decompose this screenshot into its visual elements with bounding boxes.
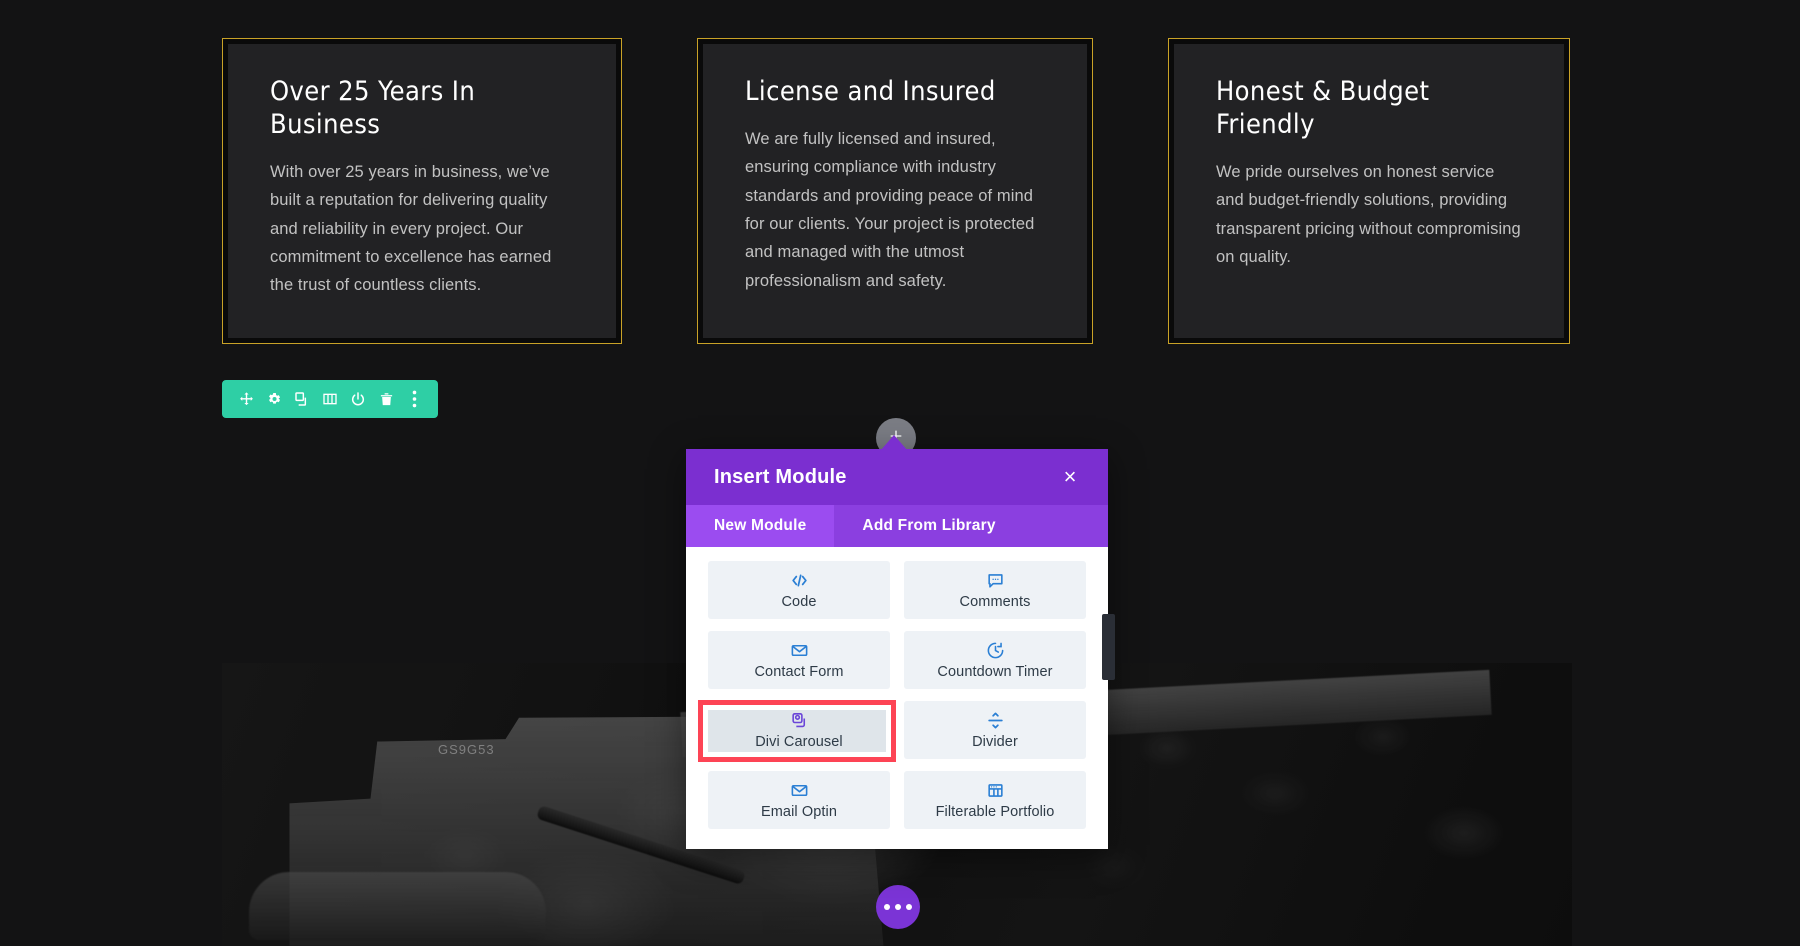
clock-icon xyxy=(986,641,1005,661)
module-toolbar xyxy=(222,380,438,418)
module-tile-contact-form[interactable]: Contact Form xyxy=(708,631,890,689)
ellipsis-icon xyxy=(906,904,912,910)
module-tile-code[interactable]: Code xyxy=(708,561,890,619)
module-tile-divi-carousel[interactable]: Divi Carousel xyxy=(708,701,890,759)
feature-card-body: We pride ourselves on honest service and… xyxy=(1216,162,1521,266)
module-tile-divider[interactable]: Divider xyxy=(904,701,1086,759)
carousel-icon xyxy=(790,711,809,731)
modal-scrollbar-thumb[interactable] xyxy=(1102,614,1115,680)
module-tile-comments[interactable]: Comments xyxy=(904,561,1086,619)
feature-card[interactable]: License and Insured We are fully license… xyxy=(697,38,1093,344)
module-tile-label: Filterable Portfolio xyxy=(935,803,1055,820)
tab-add-from-library[interactable]: Add From Library xyxy=(834,505,1024,547)
duplicate-icon[interactable] xyxy=(292,389,312,409)
module-tile-countdown-timer[interactable]: Countdown Timer xyxy=(904,631,1086,689)
feature-card-body: We are fully licensed and insured, ensur… xyxy=(745,129,1035,290)
builder-canvas: GS9G53 Over 25 Years In Business With ov… xyxy=(0,0,1800,946)
power-icon[interactable] xyxy=(348,389,368,409)
feature-card-inner: Honest & Budget Friendly We pride oursel… xyxy=(1174,44,1564,338)
divider-icon xyxy=(986,711,1005,731)
module-tile-label: Code xyxy=(781,593,817,610)
machine-serial-text: GS9G53 xyxy=(438,742,495,758)
grid-icon xyxy=(986,781,1005,801)
page-settings-button[interactable] xyxy=(876,885,920,929)
modal-title: Insert Module xyxy=(714,465,847,488)
module-tile-label: Contact Form xyxy=(754,663,844,680)
modal-header: Insert Module × xyxy=(686,449,1108,505)
machine-tread xyxy=(249,872,546,941)
close-icon[interactable]: × xyxy=(1058,465,1082,489)
module-tile-filterable-portfolio[interactable]: Filterable Portfolio xyxy=(904,771,1086,829)
feature-card-body: With over 25 years in business, we’ve bu… xyxy=(270,162,552,295)
feature-card-title: License and Insured xyxy=(745,76,996,107)
module-tile-label: Countdown Timer xyxy=(937,663,1053,680)
module-tile-label: Divider xyxy=(972,733,1018,750)
modal-tabs: New Module Add From Library xyxy=(686,505,1108,547)
feature-card-title: Honest & Budget Friendly xyxy=(1216,76,1430,140)
envelope-icon xyxy=(790,641,809,661)
feature-card-inner: Over 25 Years In Business With over 25 y… xyxy=(228,44,616,338)
tab-new-module[interactable]: New Module xyxy=(686,505,835,547)
ellipsis-icon xyxy=(884,904,890,910)
modal-pointer-arrow xyxy=(880,435,908,451)
columns-icon[interactable] xyxy=(320,389,340,409)
kebab-menu-icon[interactable] xyxy=(404,389,424,409)
comment-icon xyxy=(986,571,1005,591)
feature-card[interactable]: Honest & Budget Friendly We pride oursel… xyxy=(1168,38,1570,344)
envelope-icon xyxy=(790,781,809,801)
feature-cards-row: Over 25 Years In Business With over 25 y… xyxy=(0,0,1800,360)
insert-module-modal: Insert Module × New Module Add From Libr… xyxy=(686,449,1108,849)
gear-icon[interactable] xyxy=(264,389,284,409)
ellipsis-icon xyxy=(895,904,901,910)
code-icon xyxy=(790,571,809,591)
module-grid: Code Comments Contact Form Countdown Tim… xyxy=(686,547,1108,849)
module-tile-label: Comments xyxy=(959,593,1031,610)
move-icon[interactable] xyxy=(236,389,256,409)
feature-card-inner: License and Insured We are fully license… xyxy=(703,44,1087,338)
feature-card[interactable]: Over 25 Years In Business With over 25 y… xyxy=(222,38,622,344)
module-tile-email-optin[interactable]: Email Optin xyxy=(708,771,890,829)
trash-icon[interactable] xyxy=(376,389,396,409)
module-tile-label: Divi Carousel xyxy=(755,733,843,750)
module-tile-label: Email Optin xyxy=(760,803,838,820)
feature-card-title: Over 25 Years In Business xyxy=(270,76,476,140)
